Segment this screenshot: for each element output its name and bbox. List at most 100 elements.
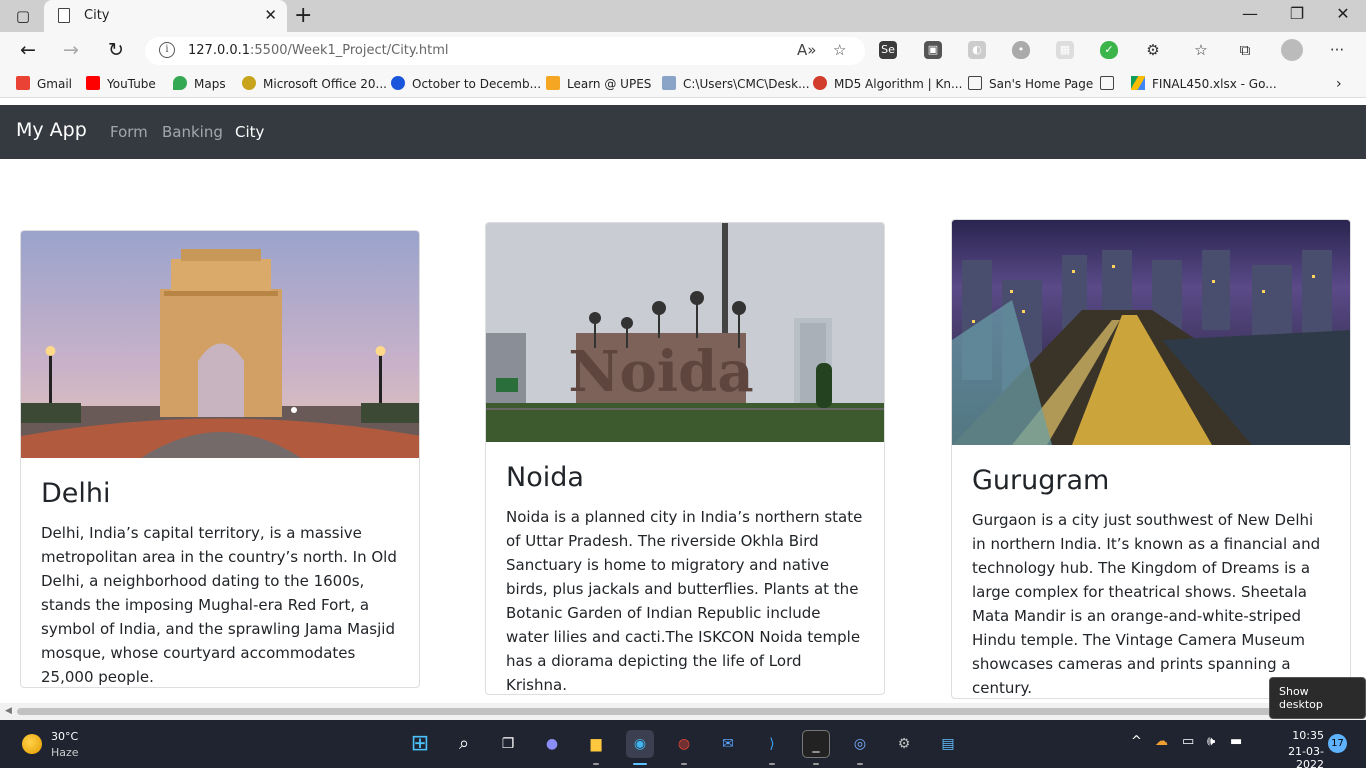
file-explorer-icon[interactable]: ▆ [582, 730, 610, 758]
temperature[interactable]: 30°C [51, 730, 78, 743]
profile-avatar[interactable] [1281, 39, 1303, 61]
maps-pin-icon [173, 76, 187, 90]
bookmark-youtube[interactable]: YouTube [86, 76, 156, 91]
card-text: Delhi, India’s capital territory, is a m… [41, 524, 397, 686]
clock-date[interactable]: 21-03-2022 [1262, 745, 1324, 768]
delhi-image [21, 231, 419, 458]
youtube-icon [86, 76, 100, 90]
settings-gear-icon[interactable]: ⚙ [890, 730, 918, 758]
clock-time[interactable]: 10:35 [1262, 729, 1324, 742]
minimize-button[interactable]: — [1235, 4, 1265, 23]
extension-icon[interactable]: ◐ [968, 41, 986, 59]
running-indicator [769, 763, 775, 765]
card-title: Delhi [41, 478, 111, 509]
close-tab-icon[interactable]: ✕ [264, 6, 277, 24]
bookmark-october[interactable]: October to Decemb... [391, 76, 541, 91]
back-button[interactable]: ← [14, 39, 42, 61]
card-title: Gurugram [972, 465, 1110, 496]
page-icon [1100, 76, 1114, 90]
search-icon[interactable]: ⌕ [450, 730, 478, 758]
city-card-delhi: Delhi Delhi, India’s capital territory, … [20, 230, 420, 688]
network-icon[interactable]: ▭ [1182, 734, 1194, 749]
scrollbar-thumb[interactable] [17, 708, 1347, 715]
city-card-noida: Noida Noida Noida is a planned city in I… [485, 222, 885, 695]
forward-button[interactable]: → [57, 39, 85, 61]
bookmark-upes[interactable]: Learn @ UPES [546, 76, 651, 91]
scroll-left-icon[interactable]: ◀ [5, 706, 12, 716]
close-window-button[interactable]: ✕ [1328, 4, 1358, 23]
refresh-button[interactable]: ↻ [102, 39, 130, 61]
url-text[interactable]: 127.0.0.1:5500/Week1_Project/City.html [188, 43, 449, 58]
weather-sun-icon[interactable] [22, 734, 42, 754]
notepad-icon[interactable]: ▤ [934, 730, 962, 758]
address-toolbar: ← → ↻ i 127.0.0.1:5500/Week1_Project/Cit… [0, 32, 1366, 70]
page-icon [968, 76, 982, 90]
chrome-icon[interactable]: ◍ [670, 730, 698, 758]
upes-icon [546, 76, 560, 90]
tab-actions-icon[interactable]: ▢ [12, 7, 34, 25]
card-text: Noida is a planned city in India’s north… [506, 508, 863, 694]
file-icon [662, 76, 676, 90]
favorites-icon[interactable]: ☆ [1192, 41, 1210, 59]
app-icon[interactable]: ◎ [846, 730, 874, 758]
restore-button[interactable]: ❐ [1282, 4, 1312, 23]
tab-title: City [84, 8, 110, 23]
c-logo-icon [391, 76, 405, 90]
nav-link-form[interactable]: Form [110, 123, 148, 141]
new-tab-button[interactable]: + [294, 3, 312, 28]
gurugram-image [952, 220, 1350, 445]
collections-icon[interactable]: ⧉ [1236, 41, 1254, 59]
selenium-extension-icon[interactable]: Se [879, 41, 897, 59]
mail-icon[interactable]: ✉ [714, 730, 742, 758]
card-title: Noida [506, 462, 584, 493]
bookmark-ms-office[interactable]: Microsoft Office 20... [242, 76, 387, 91]
start-windows-icon[interactable]: ⊞ [406, 730, 434, 758]
vscode-icon[interactable]: ⟩ [758, 730, 786, 758]
gmail-icon [16, 76, 30, 90]
bookmarks-bar: Gmail YouTube Maps Microsoft Office 20..… [0, 70, 1366, 98]
volume-icon[interactable]: 🕪 [1207, 734, 1215, 749]
bookmark-local-file[interactable]: C:\Users\CMC\Desk... [662, 76, 810, 91]
running-indicator [681, 763, 687, 765]
bookmark-home-page[interactable]: San's Home Page [968, 76, 1093, 91]
bookmark-blank[interactable] [1100, 76, 1121, 91]
running-indicator [857, 763, 863, 765]
running-indicator [593, 763, 599, 765]
show-desktop-tooltip: Show desktop [1269, 677, 1366, 719]
noida-sign-text: Noida [568, 339, 753, 405]
extension-icon[interactable]: ▦ [1056, 41, 1074, 59]
bookmark-final450[interactable]: FINAL450.xlsx - Go... [1131, 76, 1277, 91]
bookmark-gmail[interactable]: Gmail [16, 76, 72, 91]
weather-condition[interactable]: Haze [51, 746, 79, 759]
notification-badge[interactable]: 17 [1328, 734, 1347, 753]
active-indicator [633, 763, 647, 765]
add-favorite-icon[interactable]: ☆ [833, 41, 846, 59]
bookmark-maps[interactable]: Maps [173, 76, 226, 91]
task-view-icon[interactable]: ❐ [494, 730, 522, 758]
chat-icon[interactable]: ● [538, 730, 566, 758]
extensions-puzzle-icon[interactable]: ⚙ [1144, 41, 1162, 59]
noida-image: Noida [486, 223, 884, 442]
brand-logo[interactable]: My App [16, 119, 87, 141]
edge-browser-icon[interactable]: ◉ [626, 730, 654, 758]
terminal-icon[interactable]: _ [802, 730, 830, 758]
browser-tab[interactable]: City ✕ [44, 0, 287, 32]
onedrive-sync-icon[interactable]: ☁ [1155, 734, 1168, 749]
address-bar[interactable]: i 127.0.0.1:5500/Week1_Project/City.html… [145, 37, 865, 65]
city-card-gurugram: Gurugram Gurgaon is a city just southwes… [951, 219, 1351, 699]
horizontal-scrollbar[interactable]: ◀ ▶ [0, 703, 1366, 720]
running-indicator [813, 763, 819, 765]
battery-icon[interactable]: ▬ [1230, 734, 1242, 749]
more-menu-icon[interactable]: ··· [1328, 41, 1346, 59]
nav-link-city[interactable]: City [235, 123, 264, 141]
show-hidden-icons-chevron[interactable]: ^ [1131, 734, 1142, 749]
read-aloud-icon[interactable]: A» [797, 41, 816, 59]
extension-icon[interactable]: ▣ [924, 41, 942, 59]
more-bookmarks-chevron-icon[interactable]: › [1336, 76, 1342, 92]
shield-extension-icon[interactable]: • [1012, 41, 1030, 59]
app-navbar: My App Form Banking City [0, 105, 1366, 159]
bookmark-md5[interactable]: MD5 Algorithm | Kn... [813, 76, 962, 91]
site-info-icon[interactable]: i [159, 42, 175, 58]
nav-link-banking[interactable]: Banking [162, 123, 223, 141]
adblock-shield-icon[interactable]: ✓ [1100, 41, 1118, 59]
